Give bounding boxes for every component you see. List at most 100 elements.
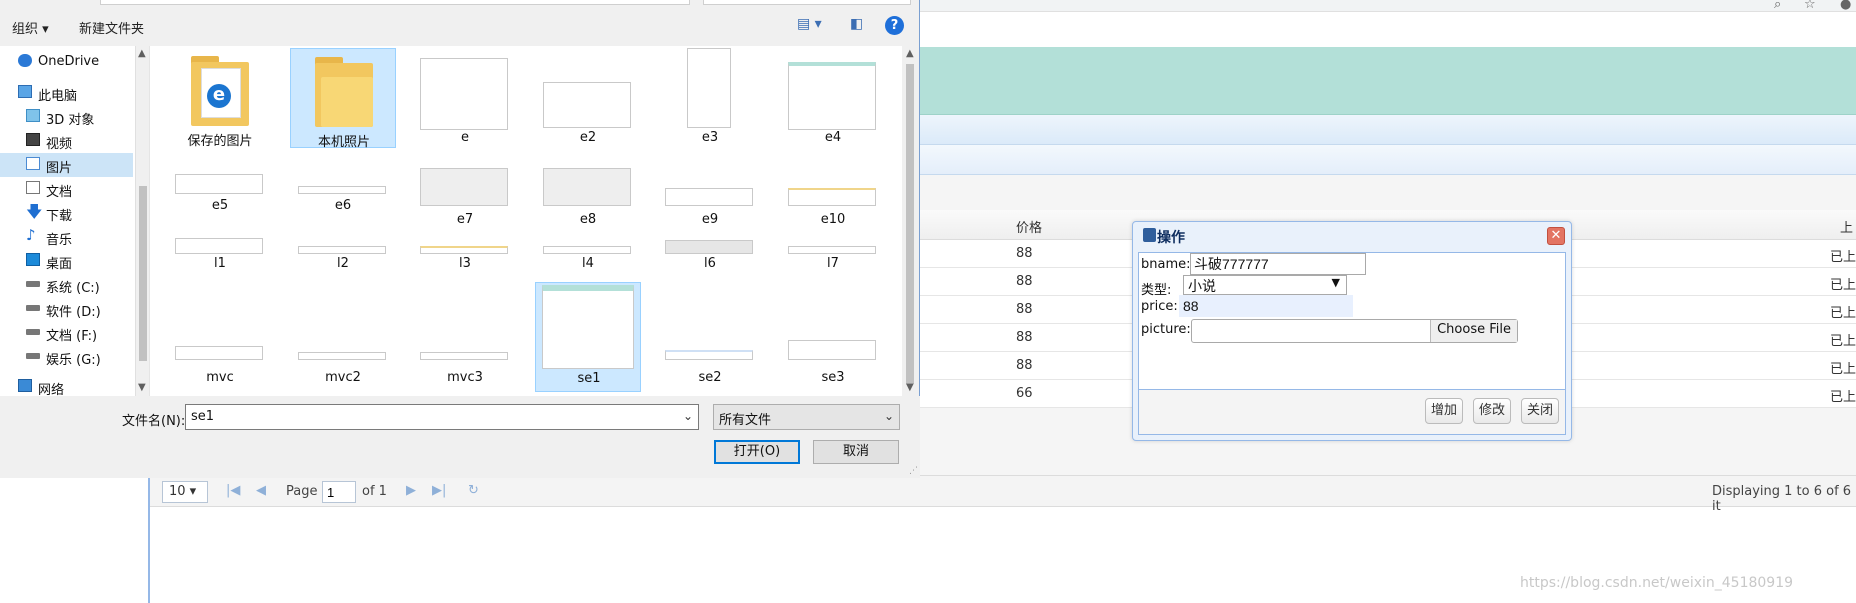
- file-item[interactable]: e 保存的图片: [167, 48, 273, 149]
- profile-icon[interactable]: ●: [1840, 0, 1851, 12]
- nav-item-music[interactable]: ♪ 音乐: [0, 225, 133, 249]
- view-options-icon[interactable]: ▤ ▾: [797, 16, 822, 32]
- page-number-input[interactable]: [322, 481, 356, 503]
- nav-item-drive-f[interactable]: 文档 (F:): [0, 321, 133, 345]
- display-info: Displaying 1 to 6 of 6 it: [1712, 484, 1852, 514]
- nav-scroll-thumb[interactable]: [139, 186, 147, 361]
- file-item[interactable]: e8: [535, 168, 641, 227]
- preview-pane-icon[interactable]: ◧: [850, 16, 863, 32]
- nav-item-drive-d[interactable]: 软件 (D:): [0, 297, 133, 321]
- file-item[interactable]: mvc3: [412, 282, 518, 392]
- nav-item-drive-c[interactable]: 系统 (C:): [0, 273, 133, 297]
- organize-menu[interactable]: 组织 ▾: [12, 18, 49, 37]
- picture-file-input[interactable]: Choose File: [1191, 319, 1518, 343]
- resize-grip-icon[interactable]: ⋰: [909, 466, 918, 476]
- file-item[interactable]: e4: [780, 48, 886, 148]
- price-input[interactable]: [1179, 295, 1353, 317]
- new-folder-button[interactable]: 新建文件夹: [79, 18, 144, 37]
- nav-item-onedrive[interactable]: OneDrive: [0, 50, 133, 74]
- nav-label: 文档 (F:): [46, 329, 98, 344]
- file-scroll-thumb[interactable]: [906, 64, 914, 384]
- price-column-header[interactable]: 价格: [1016, 217, 1042, 236]
- file-name: l1: [214, 256, 226, 271]
- file-item[interactable]: se3: [780, 282, 886, 392]
- file-name: se3: [821, 370, 845, 385]
- nav-scrollbar[interactable]: ▲ ▼: [135, 46, 149, 396]
- cancel-button[interactable]: 取消: [813, 440, 899, 464]
- add-button[interactable]: 增加: [1425, 398, 1463, 424]
- edit-button[interactable]: 修改: [1473, 398, 1511, 424]
- file-item[interactable]: se2: [657, 282, 763, 392]
- first-page-icon[interactable]: |◀: [226, 483, 240, 498]
- file-item[interactable]: e5: [167, 174, 273, 216]
- pagination-bar: 10 ▾ |◀ ◀ Page of 1 ▶ ▶| ↻ Displaying 1 …: [150, 475, 1856, 514]
- prev-page-icon[interactable]: ◀: [256, 483, 266, 498]
- nav-item-pictures[interactable]: 图片: [0, 153, 133, 177]
- file-item[interactable]: l4: [535, 238, 641, 276]
- file-name: e5: [211, 198, 229, 213]
- scroll-up-icon[interactable]: ▲: [138, 48, 146, 59]
- last-page-icon[interactable]: ▶|: [432, 483, 446, 498]
- page-label: Page: [286, 484, 318, 499]
- image-thumbnail: [175, 238, 263, 254]
- nav-item-downloads[interactable]: 🡇 下载: [0, 201, 133, 225]
- file-name: mvc2: [325, 370, 361, 385]
- open-button[interactable]: 打开(O): [714, 440, 800, 464]
- page-size-select[interactable]: 10 ▾: [162, 481, 208, 503]
- nav-label: 文档: [46, 185, 73, 200]
- nav-item-3d-objects[interactable]: 3D 对象: [0, 105, 133, 129]
- zoom-icon[interactable]: ⌕: [1774, 0, 1781, 12]
- file-item[interactable]: l2: [290, 238, 396, 276]
- status-column-header[interactable]: 上: [1840, 217, 1853, 236]
- star-icon[interactable]: ☆: [1804, 0, 1816, 12]
- file-item[interactable]: l1: [167, 238, 273, 276]
- image-thumbnail: [543, 168, 631, 206]
- file-item[interactable]: 本机照片: [290, 48, 396, 150]
- scroll-up-icon[interactable]: ▲: [906, 48, 914, 59]
- file-item[interactable]: l6: [657, 238, 763, 276]
- file-item[interactable]: e10: [780, 174, 886, 227]
- file-item[interactable]: e: [412, 48, 518, 148]
- scroll-down-icon[interactable]: ▼: [138, 382, 146, 393]
- address-bar[interactable]: [100, 0, 690, 5]
- pictures-icon: [26, 157, 40, 170]
- file-item-selected[interactable]: se1: [535, 282, 641, 392]
- status-cell: 已上: [1830, 250, 1856, 265]
- scroll-down-icon[interactable]: ▼: [906, 382, 914, 393]
- file-item[interactable]: mvc2: [290, 282, 396, 392]
- filename-input[interactable]: se1 ⌄: [185, 404, 699, 430]
- dialog-title-text: 操作: [1157, 230, 1185, 246]
- close-icon[interactable]: ✕: [1547, 227, 1565, 245]
- nav-item-this-pc[interactable]: 此电脑: [0, 81, 133, 105]
- filetype-select[interactable]: 所有文件 ⌄: [713, 404, 900, 430]
- choose-file-button[interactable]: Choose File: [1430, 320, 1517, 342]
- file-item[interactable]: l7: [780, 238, 886, 276]
- file-name: e3: [701, 130, 719, 145]
- file-item[interactable]: l3: [412, 238, 518, 276]
- nav-label: 3D 对象: [46, 113, 95, 128]
- file-item[interactable]: e9: [657, 174, 763, 227]
- file-item[interactable]: e7: [412, 168, 518, 227]
- image-thumbnail: [665, 240, 753, 254]
- image-thumbnail: [665, 350, 753, 360]
- type-select[interactable]: 小说 ▼: [1183, 275, 1347, 295]
- bname-input[interactable]: [1190, 253, 1366, 275]
- nav-item-desktop[interactable]: 桌面: [0, 249, 133, 273]
- nav-item-videos[interactable]: 视频: [0, 129, 133, 153]
- nav-item-documents[interactable]: 文档: [0, 177, 133, 201]
- refresh-icon[interactable]: ↻: [468, 483, 479, 498]
- close-button[interactable]: 关闭: [1521, 398, 1559, 424]
- file-scrollbar[interactable]: ▲ ▼: [902, 46, 918, 396]
- nav-item-drive-g[interactable]: 娱乐 (G:): [0, 345, 133, 369]
- status-cell: 已上: [1830, 334, 1856, 349]
- chevron-down-icon[interactable]: ⌄: [683, 409, 693, 423]
- file-item[interactable]: e6: [290, 174, 396, 216]
- image-thumbnail: [420, 352, 508, 360]
- next-page-icon[interactable]: ▶: [406, 483, 416, 498]
- file-item[interactable]: e2: [535, 48, 641, 148]
- help-icon[interactable]: ?: [885, 16, 904, 35]
- search-box[interactable]: [703, 0, 911, 5]
- file-item[interactable]: e3: [657, 48, 763, 148]
- video-icon: [26, 133, 40, 146]
- file-item[interactable]: mvc: [167, 282, 273, 392]
